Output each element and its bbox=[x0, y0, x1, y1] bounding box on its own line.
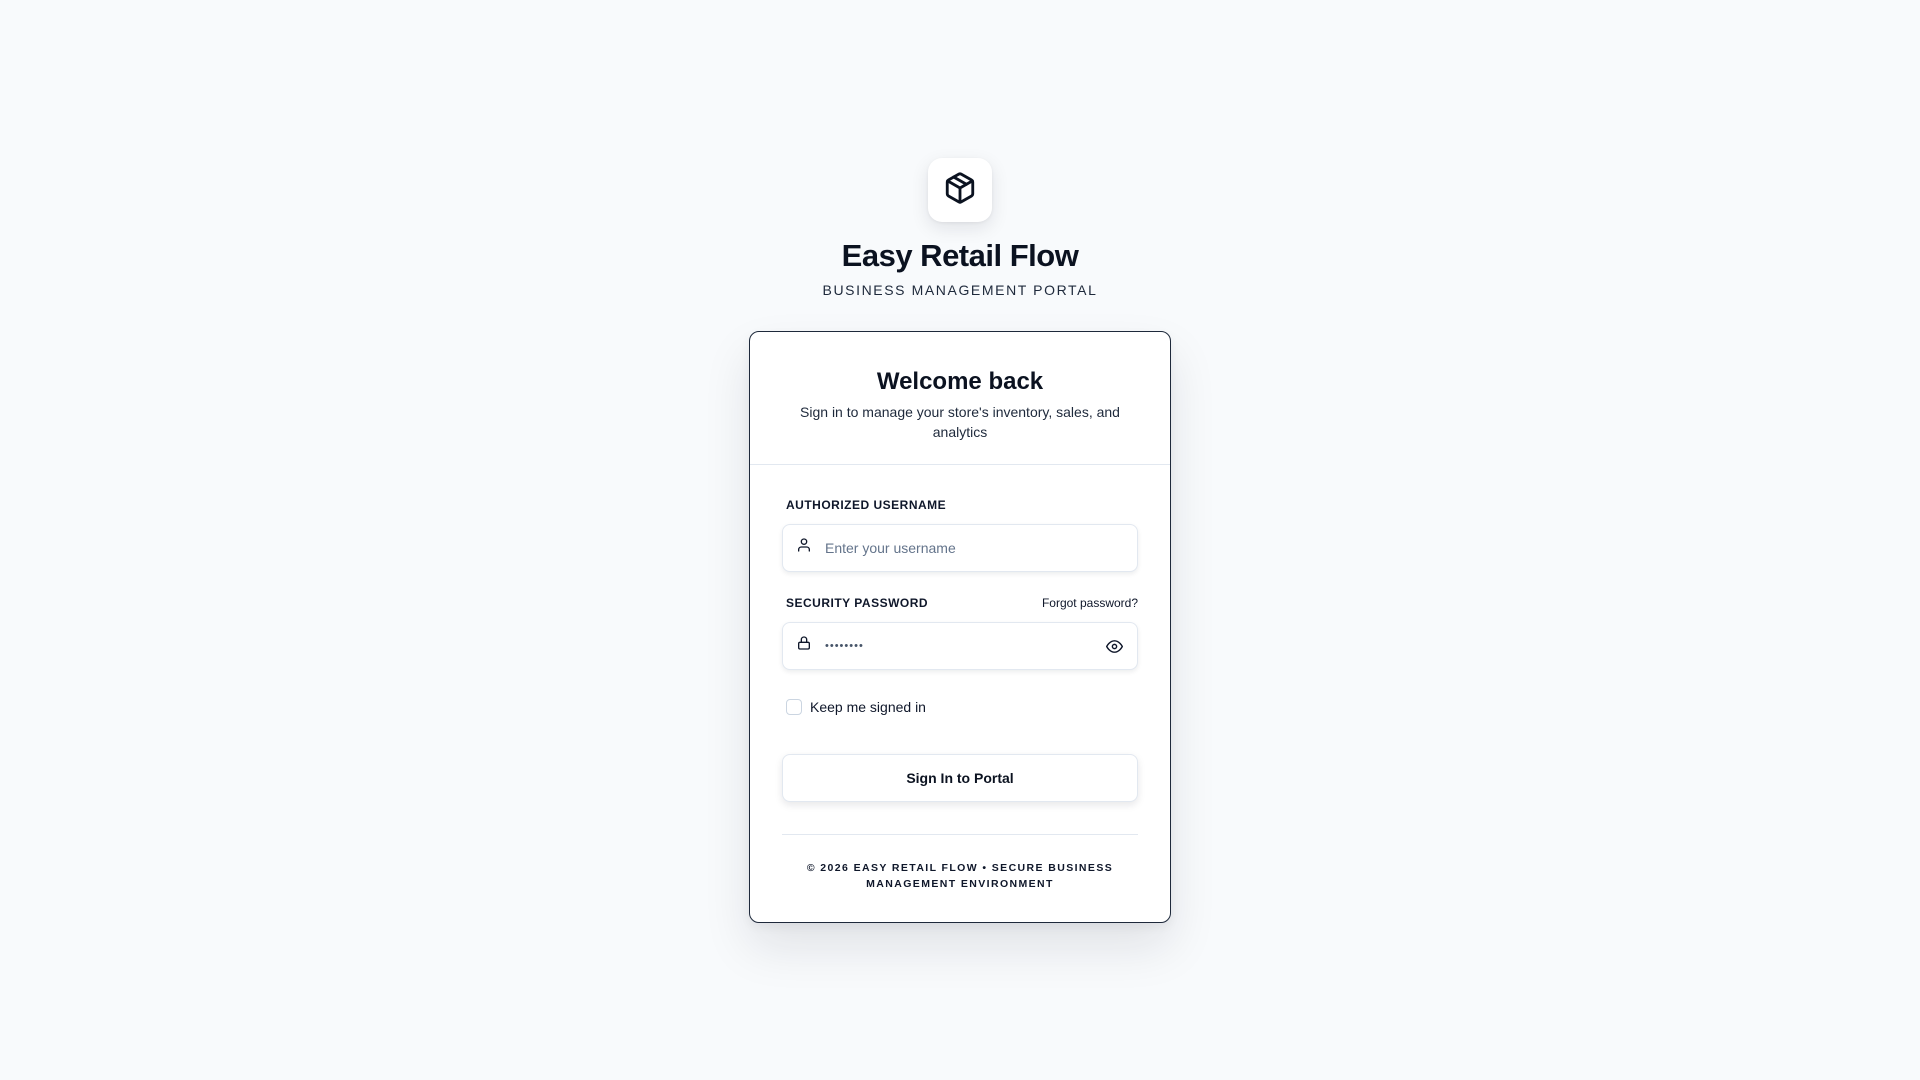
lock-icon bbox=[795, 634, 813, 652]
welcome-description: Sign in to manage your store's inventory… bbox=[800, 404, 1120, 440]
password-field[interactable] bbox=[782, 622, 1138, 670]
forgot-password-link[interactable]: Forgot password? bbox=[1042, 596, 1138, 610]
eye-icon[interactable] bbox=[1105, 637, 1123, 655]
app-subtitle: BUSINESS MANAGEMENT PORTAL bbox=[822, 282, 1098, 298]
password-label: SECURITY PASSWORD bbox=[786, 596, 929, 610]
username-label: AUTHORIZED USERNAME bbox=[786, 498, 947, 512]
remember-me[interactable]: Keep me signed in bbox=[786, 699, 926, 715]
remember-me-checkbox[interactable] bbox=[786, 699, 802, 715]
card-header: Welcome back Sign in to manage your stor… bbox=[750, 332, 1170, 465]
app-title: Easy Retail Flow bbox=[841, 238, 1079, 273]
welcome-heading: Welcome back bbox=[876, 368, 1044, 395]
login-page: Easy Retail Flow BUSINESS MANAGEMENT POR… bbox=[0, 0, 1920, 1080]
app-logo bbox=[928, 158, 992, 222]
card-divider bbox=[782, 834, 1138, 835]
sign-in-button[interactable]: Sign In to Portal bbox=[782, 754, 1138, 802]
username-input[interactable] bbox=[825, 525, 1095, 571]
password-input[interactable] bbox=[825, 623, 1095, 669]
package-cube-icon bbox=[943, 171, 977, 210]
user-icon bbox=[795, 536, 813, 554]
footer-note: © 2026 EASY RETAIL FLOW • SECURE BUSINES… bbox=[806, 862, 1114, 890]
login-card: Welcome back Sign in to manage your stor… bbox=[749, 331, 1171, 923]
remember-me-label: Keep me signed in bbox=[810, 699, 926, 715]
username-field[interactable] bbox=[782, 524, 1138, 572]
